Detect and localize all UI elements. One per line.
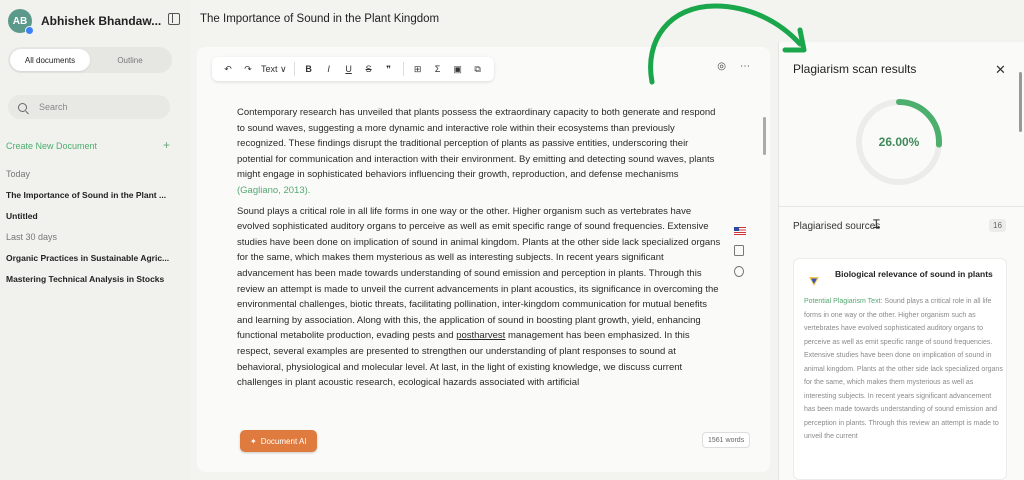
page-title[interactable]: The Importance of Sound in the Plant Kin… xyxy=(200,13,439,25)
format-toolbar: ↶ ↷ Text ∨ B I U S ❞ ⊞ Σ ▣ ⧉ xyxy=(212,57,494,81)
view-switcher: All documents Outline xyxy=(8,47,172,73)
sparkle-icon: ✦ xyxy=(250,436,257,446)
redo-button[interactable]: ↷ xyxy=(238,57,258,81)
italic-button[interactable]: I xyxy=(319,57,339,81)
bold-button[interactable]: B xyxy=(299,57,319,81)
divider xyxy=(779,206,1024,207)
undo-button[interactable]: ↶ xyxy=(218,57,238,81)
paragraph-text: Contemporary research has unveiled that … xyxy=(237,107,716,181)
document-ai-button[interactable]: ✦ Document AI xyxy=(240,430,317,452)
panel-title: Plagiarism scan results xyxy=(793,62,917,76)
text-cursor-icon: Ɪ xyxy=(873,217,880,231)
editor-actions: ◎ ⋯ xyxy=(717,61,750,72)
search-icon xyxy=(18,102,27,112)
avatar-initials: AB xyxy=(12,15,28,27)
copy-icon[interactable]: ⧉ xyxy=(468,57,488,81)
create-new-document-button[interactable]: Create New Document + xyxy=(6,139,170,151)
create-new-document-label: Create New Document xyxy=(6,141,98,151)
source-logo-icon xyxy=(809,277,819,286)
sidebar-doc-item[interactable]: Untitled xyxy=(6,211,38,221)
sidebar-doc-item[interactable]: Organic Practices in Sustainable Agric..… xyxy=(6,253,169,263)
us-flag-icon[interactable] xyxy=(734,227,746,235)
section-label-today: Today xyxy=(6,169,31,179)
tab-all-documents[interactable]: All documents xyxy=(10,49,90,71)
user-profile[interactable]: AB Abhishek Bhandaw... xyxy=(8,8,161,35)
editor-scrollbar[interactable] xyxy=(763,117,766,155)
settings-icon[interactable]: ◎ xyxy=(717,61,726,72)
sources-heading: Plagiarised sources xyxy=(793,221,881,232)
source-excerpt-label: Potential Plagiarism Text: xyxy=(804,298,883,305)
source-excerpt: Potential Plagiarism Text: Sound plays a… xyxy=(804,295,1004,444)
sidebar: AB Abhishek Bhandaw... All documents Out… xyxy=(0,0,190,480)
sources-count-badge: 16 xyxy=(989,219,1006,232)
close-icon[interactable]: ✕ xyxy=(995,62,1006,78)
sigma-icon[interactable]: Σ xyxy=(428,57,448,81)
toolbar-divider xyxy=(402,62,404,76)
paragraph: Contemporary research has unveiled that … xyxy=(237,105,721,199)
document-icon[interactable] xyxy=(734,245,744,256)
source-title[interactable]: Biological relevance of sound in plants xyxy=(835,269,1005,279)
underline-button[interactable]: U xyxy=(339,57,359,81)
document-ai-label: Document AI xyxy=(260,436,307,446)
user-name[interactable]: Abhishek Bhandaw... xyxy=(41,14,161,28)
source-card[interactable]: Biological relevance of sound in plants … xyxy=(793,258,1007,480)
document-body[interactable]: Contemporary research has unveiled that … xyxy=(237,105,721,396)
section-label-last-30-days: Last 30 days xyxy=(6,232,58,242)
plagiarism-panel: Plagiarism scan results ✕ 26.00% Plagiar… xyxy=(778,42,1024,480)
search-input[interactable]: Search xyxy=(8,95,170,119)
search-placeholder: Search xyxy=(39,102,68,112)
plus-icon[interactable]: + xyxy=(163,139,170,151)
toolbar-divider xyxy=(293,62,295,76)
source-excerpt-text: Sound plays a critical role in all life … xyxy=(804,298,1003,440)
sidebar-toggle-icon[interactable] xyxy=(168,13,180,25)
underlined-word: postharvest xyxy=(456,330,506,342)
panel-scrollbar[interactable] xyxy=(1019,72,1022,132)
sidebar-doc-item[interactable]: Mastering Technical Analysis in Stocks xyxy=(6,274,164,284)
avatar[interactable]: AB xyxy=(8,9,34,35)
plagiarism-score: 26.00% xyxy=(878,135,920,149)
sidebar-doc-item[interactable]: The Importance of Sound in the Plant ... xyxy=(6,190,166,200)
paragraph: Sound plays a critical role in all life … xyxy=(237,204,721,391)
strikethrough-button[interactable]: S xyxy=(359,57,379,81)
table-icon[interactable]: ⊞ xyxy=(408,57,428,81)
tab-outline[interactable]: Outline xyxy=(90,49,170,71)
citation-link[interactable]: (Gagliano, 2013). xyxy=(237,185,310,196)
quote-button[interactable]: ❞ xyxy=(379,57,399,81)
more-options-icon[interactable]: ⋯ xyxy=(740,61,750,72)
scan-icon[interactable] xyxy=(734,266,744,277)
paragraph-text: Sound plays a critical role in all life … xyxy=(237,205,721,342)
text-style-dropdown[interactable]: Text ∨ xyxy=(258,57,290,81)
verified-badge-icon xyxy=(25,26,34,35)
image-icon[interactable]: ▣ xyxy=(448,57,468,81)
editor: ↶ ↷ Text ∨ B I U S ❞ ⊞ Σ ▣ ⧉ ◎ ⋯ Contemp… xyxy=(197,47,770,472)
word-count: 1561 words xyxy=(702,432,751,448)
editor-side-tools xyxy=(734,227,746,277)
